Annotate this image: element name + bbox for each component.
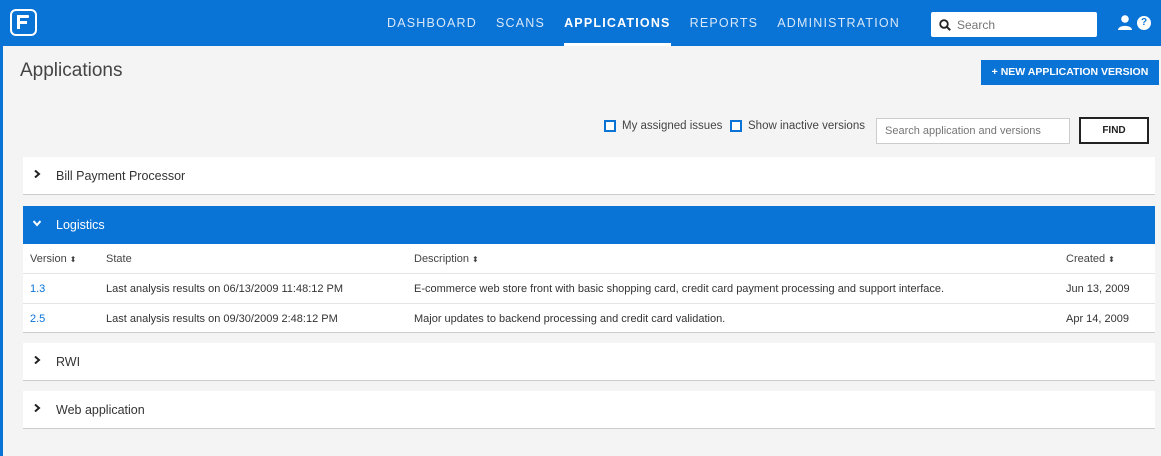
sort-icon: ⬍: [1108, 255, 1115, 264]
app-name: Web application: [56, 403, 145, 417]
app-name: Logistics: [56, 218, 105, 232]
column-header-description[interactable]: Description ⬍: [414, 244, 479, 275]
my-assigned-issues-label: My assigned issues: [622, 120, 723, 132]
nav-administration[interactable]: ADMINISTRATION: [777, 0, 900, 46]
description-cell: E-commerce web store front with basic sh…: [414, 283, 945, 295]
column-header-created[interactable]: Created ⬍: [1066, 244, 1115, 275]
nav-applications[interactable]: APPLICATIONS: [564, 0, 671, 46]
show-inactive-versions-label: Show inactive versions: [748, 120, 865, 132]
table-row: 1.3 Last analysis results on 06/13/2009 …: [23, 274, 1155, 304]
app-row-bill-payment-processor[interactable]: Bill Payment Processor: [23, 157, 1155, 195]
help-icon[interactable]: ?: [1137, 16, 1151, 30]
created-cell: Apr 14, 2009: [1066, 313, 1129, 325]
nav-scans[interactable]: SCANS: [496, 0, 545, 46]
find-button[interactable]: FIND: [1079, 117, 1149, 144]
app-row-logistics[interactable]: Logistics: [23, 206, 1155, 244]
main-nav: DASHBOARD SCANS APPLICATIONS REPORTS ADM…: [387, 0, 919, 46]
nav-reports[interactable]: REPORTS: [690, 0, 759, 46]
version-link[interactable]: 1.3: [30, 274, 45, 304]
column-header-state: State: [106, 253, 132, 265]
description-cell: Major updates to backend processing and …: [414, 313, 726, 325]
state-cell: Last analysis results on 06/13/2009 11:4…: [106, 283, 344, 295]
chevron-right-icon: [34, 356, 41, 364]
top-navigation-bar: DASHBOARD SCANS APPLICATIONS REPORTS ADM…: [3, 0, 1161, 46]
chevron-right-icon: [34, 404, 41, 412]
global-search-input[interactable]: [957, 17, 1097, 32]
app-name: RWI: [56, 355, 81, 369]
search-icon: [939, 18, 951, 31]
my-assigned-issues-filter[interactable]: My assigned issues: [604, 120, 722, 132]
chevron-right-icon: [34, 170, 41, 178]
column-header-version[interactable]: Version ⬍: [30, 244, 76, 275]
app-row-rwi[interactable]: RWI: [23, 343, 1155, 381]
show-inactive-versions-checkbox[interactable]: [730, 120, 742, 132]
application-search-input[interactable]: [876, 118, 1070, 144]
chevron-down-icon: [33, 220, 41, 227]
show-inactive-versions-filter[interactable]: Show inactive versions: [730, 120, 865, 132]
nav-dashboard[interactable]: DASHBOARD: [387, 0, 477, 46]
page: DASHBOARD SCANS APPLICATIONS REPORTS ADM…: [0, 0, 1161, 456]
sort-icon: ⬍: [472, 255, 479, 264]
table-header-row: Version ⬍ State Description ⬍ Created ⬍: [23, 244, 1155, 274]
state-cell: Last analysis results on 09/30/2009 2:48…: [106, 313, 338, 325]
user-icon[interactable]: [1117, 14, 1133, 30]
app-name: Bill Payment Processor: [56, 169, 186, 183]
created-cell: Jun 13, 2009: [1066, 283, 1130, 295]
page-title: Applications: [20, 60, 123, 81]
new-application-version-button[interactable]: + NEW APPLICATION VERSION: [981, 60, 1159, 85]
version-link[interactable]: 2.5: [30, 304, 45, 334]
global-search: [931, 12, 1097, 37]
table-row: 2.5 Last analysis results on 09/30/2009 …: [23, 304, 1155, 334]
versions-table: Version ⬍ State Description ⬍ Created ⬍ 1.3…: [23, 244, 1155, 333]
app-logo-icon[interactable]: [10, 9, 37, 36]
sort-icon: ⬍: [69, 255, 77, 264]
my-assigned-issues-checkbox[interactable]: [604, 120, 616, 132]
app-row-web-application[interactable]: Web application: [23, 391, 1155, 429]
